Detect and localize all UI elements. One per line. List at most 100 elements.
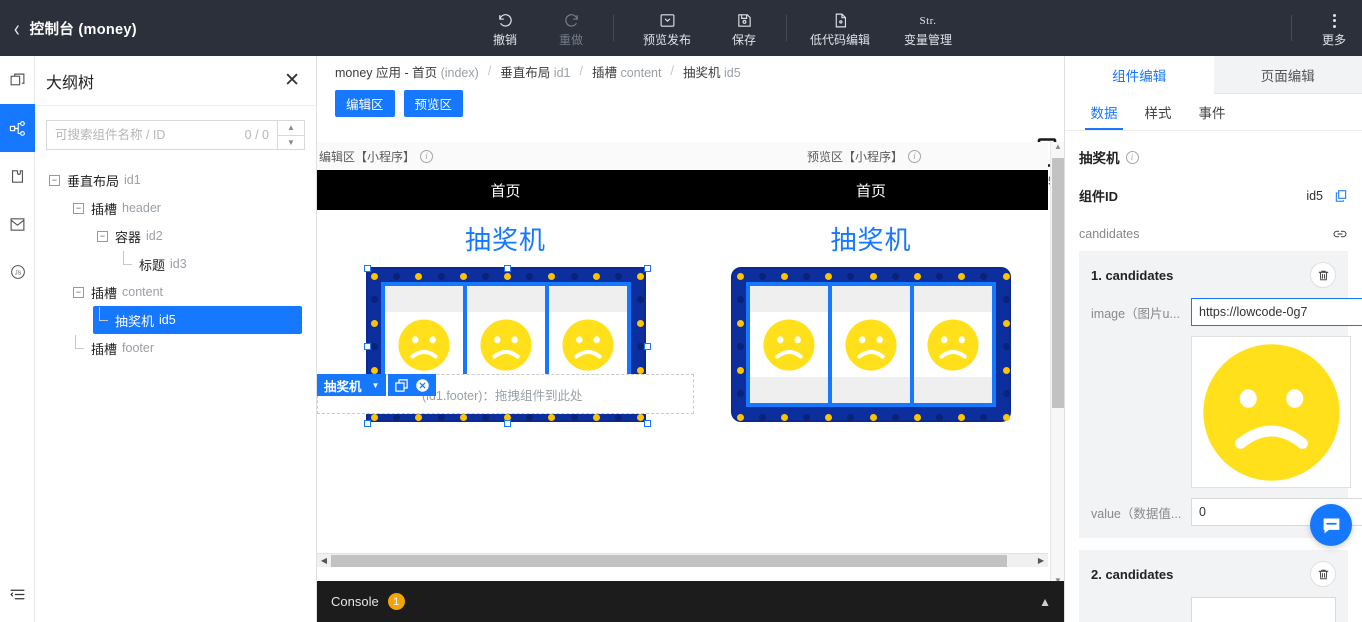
console-bar[interactable]: Console 1 ▲ — [317, 581, 1064, 622]
tree-node-id1[interactable]: − 垂直布局 id1 — [45, 166, 316, 194]
slot-bulb-dim — [526, 272, 534, 280]
edit-canvas[interactable]: 首页 抽奖机 (id1.footer)：拖拽组件到此处 抽奖机 ▼ — [317, 170, 694, 590]
sad-face-icon — [924, 316, 982, 374]
str-icon-text: Str. — [919, 14, 937, 27]
slot-bulb-lit — [459, 413, 467, 421]
resize-handle[interactable] — [363, 265, 371, 272]
undo-icon — [497, 11, 514, 31]
edit-area-button[interactable]: 编辑区 — [335, 90, 395, 117]
slot-bulb-dim — [371, 343, 378, 350]
breadcrumb-item[interactable]: 插槽 content — [592, 62, 662, 81]
console-expand-icon[interactable]: ▲ — [1039, 595, 1051, 609]
info-icon[interactable]: i — [908, 149, 921, 163]
breadcrumb-item[interactable]: 垂直布局 id1 — [500, 62, 570, 81]
resize-handle[interactable] — [643, 265, 651, 272]
search-prev-button[interactable]: ▲ — [278, 121, 304, 136]
left-icon-rail: JS — [0, 56, 35, 622]
slot-bulb-lit — [736, 319, 744, 327]
slot-machine-preview[interactable] — [731, 267, 1011, 422]
undo-button[interactable]: 撤销 — [472, 0, 538, 56]
trash-icon — [1318, 270, 1328, 280]
rail-item-plugin[interactable] — [0, 152, 35, 200]
candidate2-image-input-wrap[interactable] — [1191, 597, 1336, 622]
slot-reel — [914, 286, 992, 403]
subtab-style[interactable]: 样式 — [1131, 94, 1185, 130]
candidate-image-row: image（图片u... — [1091, 298, 1362, 326]
right-properties-panel: 组件编辑 页面编辑 数据 样式 事件 抽奖机 i 组件ID id5 candid… — [1065, 56, 1362, 622]
tree-collapse-toggle[interactable]: − — [73, 286, 84, 298]
breadcrumb-item[interactable]: 抽奖机 id5 — [683, 62, 741, 81]
tab-page-edit[interactable]: 页面编辑 — [1213, 56, 1362, 94]
search-next-button[interactable]: ▼ — [278, 136, 304, 150]
slot-bulb-lit — [371, 413, 378, 421]
slot-bulb-dim — [803, 272, 810, 280]
tree-node-id5[interactable]: 抽奖机 id5 — [93, 306, 302, 334]
scroll-right-icon[interactable]: ▶ — [1034, 556, 1048, 565]
save-label: 保存 — [731, 32, 756, 47]
str-icon: Str. — [920, 11, 937, 31]
slot-bulb-dim — [758, 413, 766, 421]
tree-node-id: id1 — [124, 173, 141, 187]
rail-item-js[interactable]: JS — [0, 248, 35, 296]
resize-handle[interactable] — [503, 420, 511, 427]
resize-handle[interactable] — [363, 420, 371, 427]
variable-manage-button[interactable]: Str. 变量管理 — [884, 0, 972, 56]
tree-node-id: id5 — [159, 313, 176, 327]
scroll-left-icon[interactable]: ◀ — [317, 556, 331, 565]
preview-publish-button[interactable]: 预览发布 — [623, 0, 711, 56]
save-button[interactable]: 保存 — [711, 0, 777, 56]
candidate-image-input[interactable] — [1192, 299, 1362, 325]
collapse-panel-button[interactable] — [0, 574, 35, 614]
subtab-events[interactable]: 事件 — [1185, 94, 1239, 130]
resize-handle[interactable] — [643, 342, 651, 350]
search-input[interactable] — [55, 128, 245, 142]
candidate-image-input-wrap[interactable] — [1191, 298, 1362, 326]
horizontal-scroll-thumb[interactable] — [331, 554, 1007, 567]
breadcrumb-item[interactable]: money 应用 - 首页 (index) — [335, 62, 479, 81]
tree-node-id2[interactable]: − 容器 id2 — [93, 222, 316, 250]
tree-node-content[interactable]: − 插槽 content — [69, 278, 316, 306]
tree-node-footer[interactable]: 插槽 footer — [69, 334, 316, 362]
slot-bulb-lit — [504, 272, 511, 280]
preview-area-button[interactable]: 预览区 — [403, 90, 464, 117]
tree-collapse-toggle[interactable]: − — [73, 202, 84, 214]
tree-collapse-toggle[interactable]: − — [97, 230, 108, 242]
slot-reel — [832, 286, 910, 403]
breadcrumb-item-name: 抽奖机 — [682, 65, 721, 80]
info-icon[interactable]: i — [420, 149, 434, 163]
rail-item-media[interactable] — [0, 200, 35, 248]
caret-down-icon[interactable]: ▼ — [372, 381, 380, 390]
slot-bulb-lit — [780, 272, 788, 280]
redo-button[interactable]: 重做 — [538, 0, 604, 56]
tree-node-id3[interactable]: 标题 id3 — [117, 250, 316, 278]
resize-handle[interactable] — [643, 420, 651, 427]
resize-handle[interactable] — [363, 342, 371, 350]
rail-item-outline-tree[interactable] — [0, 104, 35, 152]
tab-component-edit[interactable]: 组件编辑 — [1065, 56, 1214, 94]
outline-tree: − 垂直布局 id1− 插槽 header − 容器 id2 标题 id3− 插槽 content 抽奖… — [35, 150, 316, 362]
tree-node-header[interactable]: − 插槽 header — [69, 194, 316, 222]
js-icon: JS — [10, 265, 25, 279]
resize-handle[interactable] — [503, 265, 511, 272]
lowcode-edit-button[interactable]: 低代码编辑 — [796, 0, 884, 56]
more-button[interactable]: 更多 — [1306, 0, 1362, 56]
tree-collapse-toggle[interactable]: − — [49, 174, 60, 186]
canvas-vertical-scrollbar[interactable]: ▲ ▼ — [1050, 142, 1064, 590]
tree-node-name: 插槽 — [91, 285, 118, 301]
back-button[interactable]: ‹ 控制台 (money) — [0, 0, 137, 56]
selected-component-tag[interactable]: 抽奖机 ▼ — [317, 374, 387, 396]
canvas-horizontal-scrollbar[interactable]: ◀ ▶ — [317, 553, 1048, 567]
delete-candidate-button[interactable] — [1310, 561, 1336, 587]
close-icon[interactable]: ✕ — [284, 71, 300, 90]
delete-candidate-button[interactable] — [1310, 262, 1336, 288]
search-box[interactable]: 0 / 0 — [46, 120, 277, 150]
vertical-scroll-thumb[interactable] — [1052, 158, 1064, 408]
subtab-data[interactable]: 数据 — [1077, 94, 1131, 130]
horizontal-scroll-track[interactable] — [331, 554, 1034, 567]
slot-bulb-lit — [869, 413, 877, 421]
info-icon[interactable]: i — [1125, 150, 1139, 164]
tree-node-id: id3 — [170, 257, 187, 271]
scroll-up-icon[interactable]: ▲ — [1051, 142, 1064, 156]
chat-support-button[interactable] — [1310, 504, 1352, 546]
rail-item-components[interactable] — [0, 56, 35, 104]
